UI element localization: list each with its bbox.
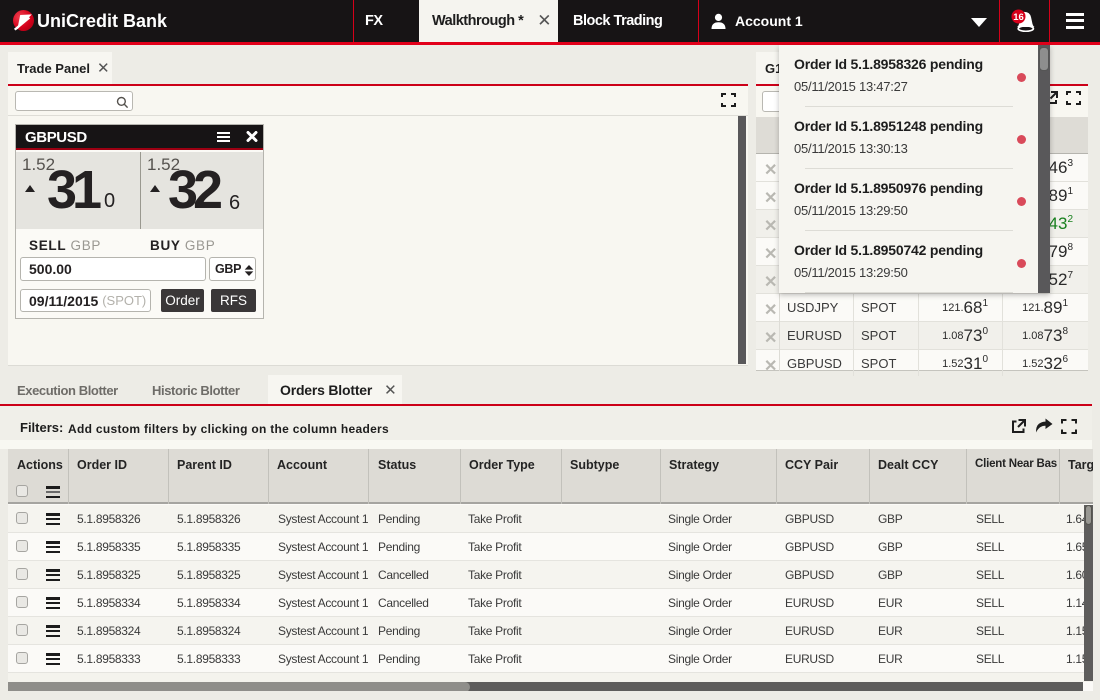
svg-text:16: 16 (1013, 12, 1024, 23)
